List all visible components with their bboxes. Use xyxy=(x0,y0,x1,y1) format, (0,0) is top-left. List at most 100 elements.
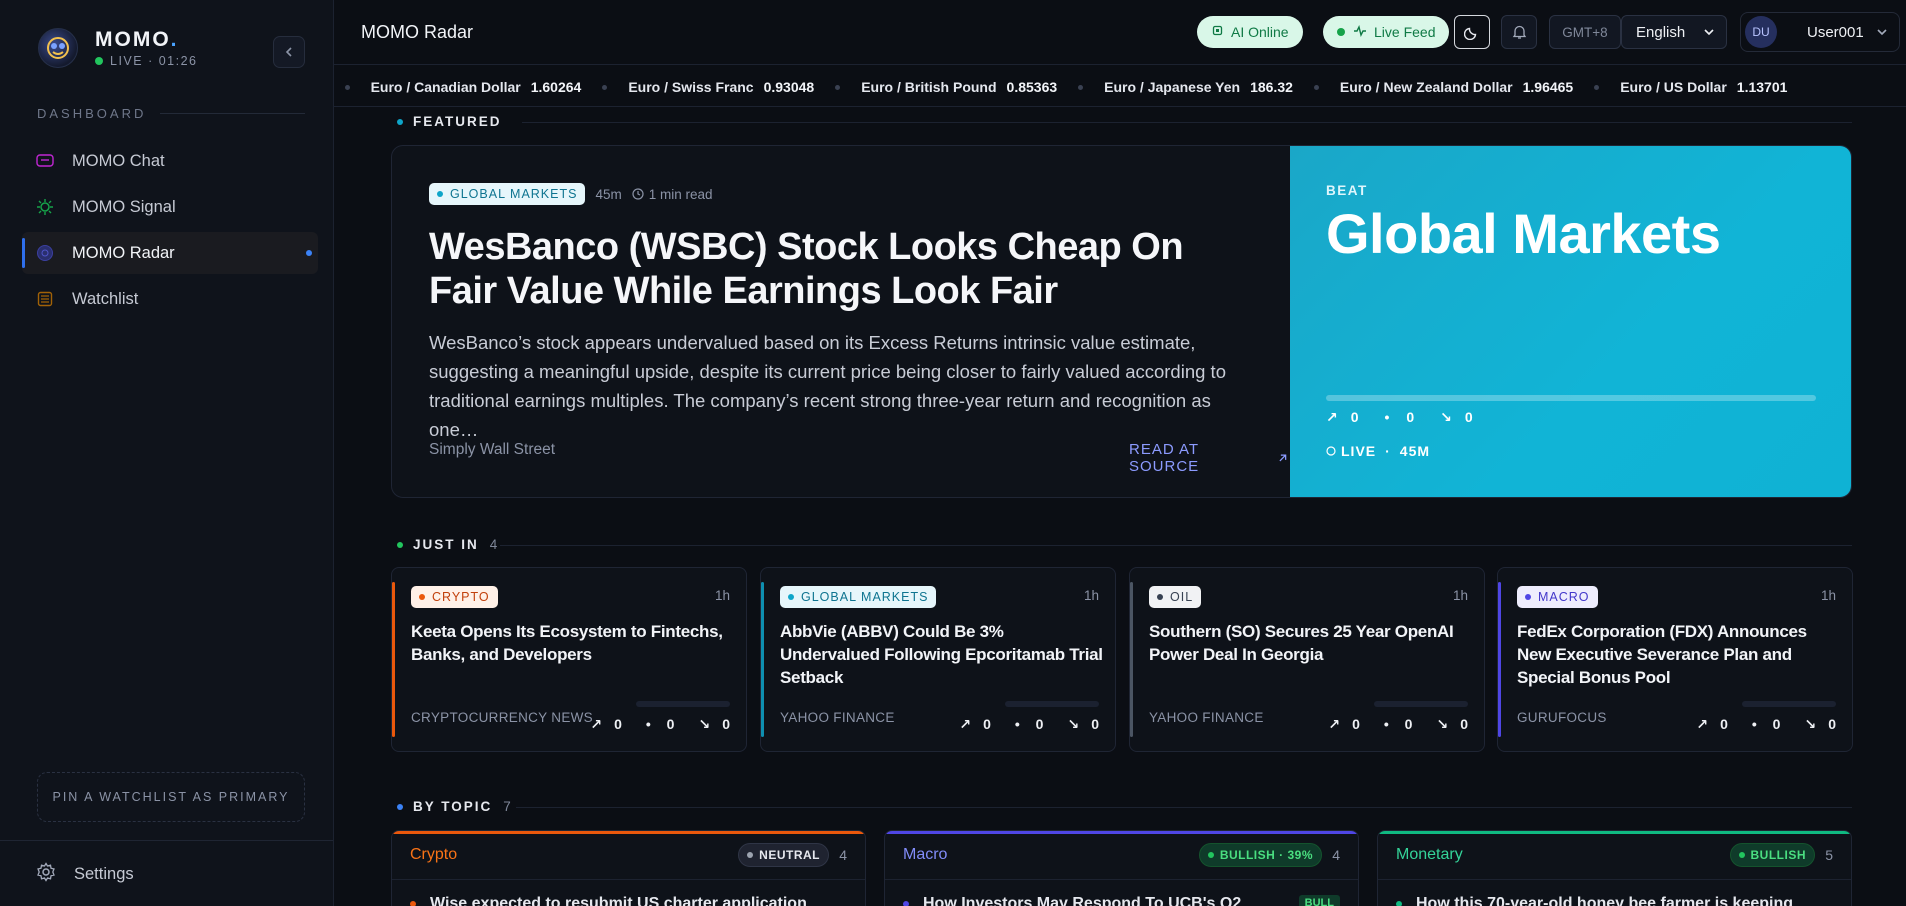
sidebar-nav: MOMO Chat MOMO Signal MOMO Radar Watchli… xyxy=(22,140,318,324)
fx-ticker: 35 Euro / Canadian Dollar1.60264 Euro / … xyxy=(334,66,1906,107)
card-source: YAHOO FINANCE xyxy=(780,710,895,725)
sidebar-item-momo-chat[interactable]: MOMO Chat xyxy=(22,140,318,182)
ticker-item[interactable]: Euro / Canadian Dollar 1.60264 xyxy=(334,79,581,95)
category-tag: CRYPTO xyxy=(411,586,498,608)
topic-name[interactable]: Crypto xyxy=(410,846,457,864)
sidebar-item-momo-radar[interactable]: MOMO Radar xyxy=(22,232,318,274)
brand-name: MOMO. xyxy=(95,28,179,51)
topic-list-item[interactable]: Wise expected to resubmit US charter app… xyxy=(410,895,830,906)
dot-icon: • xyxy=(645,716,651,732)
item-sentiment-badge: BULL xyxy=(1298,895,1340,906)
user-name: User001 xyxy=(1807,23,1864,41)
topic-card-monetary[interactable]: Monetary BULLISH 5 How this 70-year-old … xyxy=(1377,830,1852,906)
active-indicator-dot xyxy=(306,250,312,256)
sidebar-item-momo-signal[interactable]: MOMO Signal xyxy=(22,186,318,228)
card-time: 1h xyxy=(714,588,730,603)
timezone-button[interactable]: GMT+8 xyxy=(1549,15,1621,49)
sidebar-item-label: Watchlist xyxy=(72,289,139,308)
read-at-source-link[interactable]: READ AT SOURCE xyxy=(1129,441,1289,475)
dot-icon: • xyxy=(1384,409,1390,425)
topic-accent-bar xyxy=(885,831,1358,834)
topic-card-macro[interactable]: Macro BULLISH · 39% 4 How Investors May … xyxy=(884,830,1359,906)
card-title[interactable]: Keeta Opens Its Ecosystem to Fintechs, B… xyxy=(411,620,736,666)
beat-title: Global Markets xyxy=(1326,202,1721,265)
avatar: DU xyxy=(1745,16,1777,48)
page-title: MOMO Radar xyxy=(361,22,474,42)
badge-dot-icon xyxy=(1207,852,1214,858)
news-card[interactable]: GLOBAL MARKETS 1h AbbVie (ABBV) Could Be… xyxy=(760,567,1116,752)
sidebar-item-watchlist[interactable]: Watchlist xyxy=(22,278,318,320)
topic-name[interactable]: Monetary xyxy=(1396,846,1463,864)
sentiment-bar xyxy=(636,701,730,707)
neutral-count: • 0 xyxy=(1384,409,1415,425)
topic-card-crypto[interactable]: Crypto NEUTRAL 4 Wise expected to resubm… xyxy=(391,830,866,906)
news-card[interactable]: CRYPTO 1h Keeta Opens Its Ecosystem to F… xyxy=(391,567,747,752)
sentiment-stats: ↗ 0 • 0 ↘ 0 xyxy=(590,716,730,732)
settings-label: Settings xyxy=(74,865,134,883)
read-time: 1 min read xyxy=(632,187,713,202)
trend-up-icon: ↗ xyxy=(959,716,972,732)
live-feed-pill[interactable]: Live Feed xyxy=(1323,16,1450,48)
card-accent xyxy=(761,582,764,737)
live-dot-icon xyxy=(95,57,103,65)
sentiment-stats: ↗ 0 • 0 ↘ 0 xyxy=(1328,716,1468,732)
card-title[interactable]: AbbVie (ABBV) Could Be 3% Undervalued Fo… xyxy=(780,620,1105,689)
sentiment-stats: ↗ 0 • 0 ↘ 0 xyxy=(1696,716,1836,732)
separator-dot-icon xyxy=(1313,84,1319,90)
sentiment-bar xyxy=(1005,701,1099,707)
just-in-section-header: JUST IN 4 xyxy=(397,537,497,552)
badge-dot-icon xyxy=(747,852,754,858)
section-dot-icon xyxy=(397,118,403,125)
sidebar-item-label: MOMO Signal xyxy=(72,197,176,216)
sidebar-item-label: MOMO Radar xyxy=(72,243,175,262)
sentiment-bar xyxy=(1326,395,1816,401)
news-card[interactable]: OIL 1h Southern (SO) Secures 25 Year Ope… xyxy=(1129,567,1485,752)
article-age: 45m xyxy=(595,186,622,202)
sentiment-bar xyxy=(1374,701,1468,707)
notifications-button[interactable] xyxy=(1501,15,1537,49)
card-title[interactable]: FedEx Corporation (FDX) Announces New Ex… xyxy=(1517,620,1842,689)
ticker-item[interactable]: Euro / US Dollar 1.13701 xyxy=(1573,79,1787,95)
language-select[interactable]: English xyxy=(1621,15,1727,49)
section-divider xyxy=(522,122,1852,123)
trend-up-icon: ↗ xyxy=(1328,716,1341,732)
separator-dot-icon xyxy=(1594,84,1600,90)
topic-accent-bar xyxy=(1378,831,1851,834)
card-accent xyxy=(1498,582,1501,737)
topic-count: 4 xyxy=(839,847,847,863)
ticker-item[interactable]: Euro / Japanese Yen 186.32 xyxy=(1057,79,1293,95)
featured-title[interactable]: WesBanco (WSBC) Stock Looks Cheap On Fai… xyxy=(429,225,1259,313)
trend-up-icon: ↗ xyxy=(590,716,603,732)
section-dot-icon xyxy=(397,541,403,548)
category-tag: GLOBAL MARKETS xyxy=(429,183,586,205)
topic-list-item[interactable]: How Investors May Respond To UCB's Q2 xyxy=(903,895,1323,906)
settings-button[interactable]: Settings xyxy=(36,862,134,887)
topic-list-item[interactable]: How this 70-year-old honey bee farmer is… xyxy=(1396,895,1816,906)
chip-icon xyxy=(1211,24,1224,40)
separator-dot-icon xyxy=(835,84,841,90)
sentiment-badge: NEUTRAL xyxy=(738,843,829,867)
radar-icon xyxy=(36,244,54,262)
pin-watchlist-button[interactable]: PIN A WATCHLIST AS PRIMARY xyxy=(37,772,305,822)
beat-label: BEAT xyxy=(1326,183,1368,198)
section-dot-icon xyxy=(397,803,403,810)
ticker-item[interactable]: Euro / New Zealand Dollar 1.96465 xyxy=(1293,79,1573,95)
trend-down-icon: ↘ xyxy=(1436,716,1449,732)
ticker-track: 35 Euro / Canadian Dollar1.60264 Euro / … xyxy=(334,79,1787,95)
brand[interactable]: MOMO. LIVE · 01:26 xyxy=(38,28,198,68)
collapse-sidebar-button[interactable] xyxy=(273,36,305,68)
brand-logo xyxy=(38,28,78,68)
featured-article-card[interactable]: GLOBAL MARKETS 45m 1 min read WesBanco (… xyxy=(391,145,1852,498)
sidebar-divider xyxy=(0,840,333,841)
user-menu[interactable]: DU User001 xyxy=(1740,12,1900,52)
ai-status-pill[interactable]: AI Online xyxy=(1197,16,1303,48)
ticker-item[interactable]: Euro / Swiss Franc 0.93048 xyxy=(581,79,814,95)
sidebar-item-label: MOMO Chat xyxy=(72,151,165,170)
card-title[interactable]: Southern (SO) Secures 25 Year OpenAI Pow… xyxy=(1149,620,1474,666)
theme-toggle-button[interactable] xyxy=(1454,15,1490,49)
trend-down-icon: ↘ xyxy=(1440,409,1452,425)
topic-name[interactable]: Macro xyxy=(903,846,947,864)
sentiment-badge: BULLISH · 39% xyxy=(1198,843,1322,867)
ticker-item[interactable]: Euro / British Pound 0.85363 xyxy=(814,79,1057,95)
news-card[interactable]: MACRO 1h FedEx Corporation (FDX) Announc… xyxy=(1497,567,1853,752)
